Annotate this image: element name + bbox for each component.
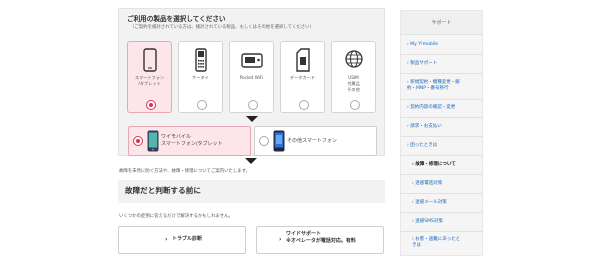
button-label: トラブル診断 (172, 236, 203, 242)
pocket-wifi-icon (230, 48, 273, 72)
sidebar-divider (401, 54, 482, 55)
device-card-smartphone[interactable]: スマートフォン /タブレット (127, 41, 172, 113)
button-label: ワイドサポート ※オペレータが電話対応。有料 (286, 231, 356, 244)
sub-option-label: ワイモバイル スマートフォン/タブレット (161, 134, 223, 147)
support-sidebar: サポート › My Y!mobile › 製品サポート › 新規契約・機種変更・… (400, 10, 483, 256)
device-label: データカード (289, 75, 316, 80)
data-card-icon (281, 48, 324, 72)
sidebar-divider (401, 136, 482, 137)
sidebar-item-spam-sms[interactable]: › 迷惑SMS対策 (412, 219, 443, 225)
wide-support-button[interactable]: › ワイドサポート ※オペレータが電話対応。有料 (256, 226, 384, 254)
device-card-feature-phone[interactable]: ケータイ (178, 41, 223, 113)
device-radio[interactable] (248, 100, 258, 110)
sidebar-divider (401, 193, 482, 194)
device-label: スマートフォン /タブレット (134, 75, 165, 86)
sidebar-item-contract-change[interactable]: › 契約内容の確認・変更 (407, 105, 455, 111)
phone-image (147, 130, 159, 156)
panel-subtitle: （ご契約を検討されている方は、検討されている製品、もしくはその他を選択してくださ… (130, 25, 314, 30)
guidance-note: 故障を未然に防ぐ方法や、故障・修理についてご案内いたします。 (119, 169, 251, 174)
device-label: Pocket WiFi (239, 75, 264, 80)
device-card-usim-other[interactable]: USIM 付属品 その他 (331, 41, 376, 113)
device-radio[interactable] (350, 100, 360, 110)
panel-title: ご利用の製品を選択してください (127, 15, 226, 23)
sidebar-item-billing[interactable]: › 請求・お支払い (407, 124, 442, 130)
sidebar-divider (401, 117, 482, 118)
sidebar-item-spam-mail[interactable]: › 迷惑メール対策 (412, 200, 447, 206)
sidebar-divider (401, 155, 482, 156)
sidebar-item-lost-stolen[interactable]: › お客・盗難にあったと きは (412, 237, 460, 249)
sidebar-item-product-support[interactable]: › 製品サポート (407, 61, 437, 67)
device-radio[interactable] (146, 100, 156, 110)
sidebar-item-spam-calls[interactable]: › 迷惑電話対策 (412, 181, 442, 187)
sidebar-item-new-contract[interactable]: › 新規契約・機種変更・解 約・MNP・番号移行 (407, 80, 460, 92)
globe-icon (332, 48, 375, 72)
device-radio[interactable] (197, 100, 207, 110)
feature-phone-icon (179, 48, 222, 72)
sidebar-divider (401, 174, 482, 175)
device-card-data-card[interactable]: データカード (280, 41, 325, 113)
sidebar-divider (401, 99, 482, 100)
product-select-panel: ご利用の製品を選択してください （ご契約を検討されている方は、検討されている製品… (118, 8, 385, 156)
section-heading: 故障だと判断する前に (118, 180, 385, 203)
section-heading-text: 故障だと判断する前に (125, 186, 201, 195)
chevron-right-icon: › (165, 236, 168, 243)
device-card-pocket-wifi[interactable]: Pocket WiFi (229, 41, 274, 113)
sidebar-divider (401, 212, 482, 213)
sub-option-radio[interactable] (259, 136, 269, 146)
device-label: ケータイ (192, 75, 209, 80)
sidebar-divider (401, 231, 482, 232)
smartphone-icon (128, 48, 171, 72)
down-arrow-icon (245, 158, 257, 164)
sidebar-item-my-ymobile[interactable]: › My Y!mobile (407, 42, 438, 48)
sidebar-divider (401, 73, 482, 74)
section-intro: いくつかの症例に答えるだけで解決するかもしれません。 (119, 214, 233, 219)
device-radio[interactable] (299, 100, 309, 110)
device-label: USIM 付属品 その他 (347, 75, 360, 92)
sub-option-ymobile-smartphone[interactable]: ワイモバイル スマートフォン/タブレット (128, 126, 251, 156)
sidebar-item-troubles[interactable]: › 困ったときは (407, 143, 437, 149)
sub-option-radio[interactable] (133, 136, 143, 146)
chevron-right-icon: › (279, 236, 282, 243)
down-arrow-icon (246, 116, 258, 122)
sub-option-label: その他スマートフォン (287, 138, 337, 144)
phone-image (273, 130, 285, 156)
sub-option-other-smartphone[interactable]: その他スマートフォン (254, 126, 377, 156)
sidebar-item-repair[interactable]: › 故障・修理について (412, 162, 456, 168)
sidebar-title: サポート (401, 11, 482, 35)
trouble-diagnosis-button[interactable]: › トラブル診断 (118, 226, 246, 254)
